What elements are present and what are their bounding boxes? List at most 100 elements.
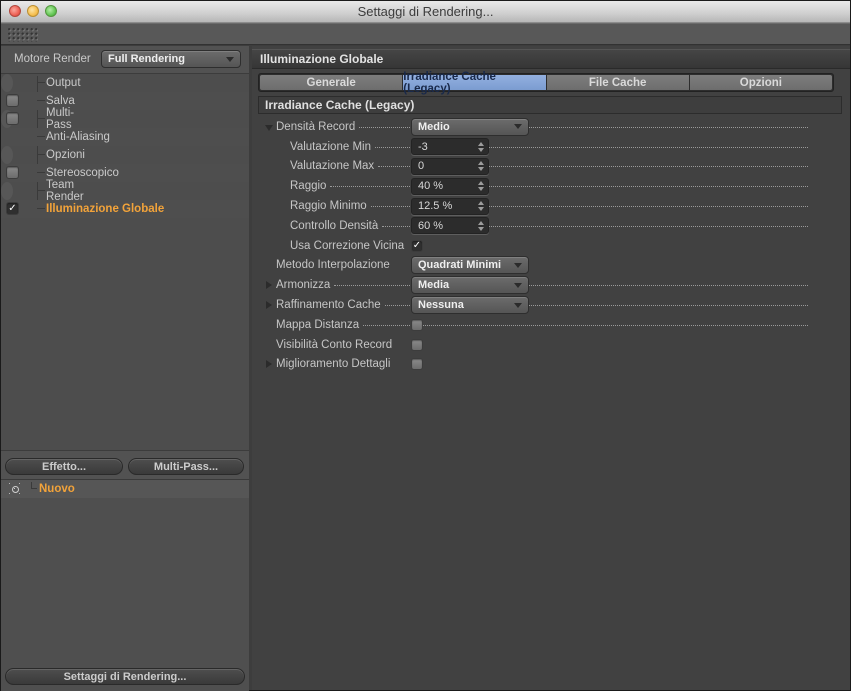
minimize-button[interactable] — [27, 5, 39, 17]
render-settings-button[interactable]: Settaggi di Rendering... — [5, 668, 245, 685]
tree-connector — [37, 100, 45, 101]
dot-leader — [334, 282, 808, 287]
stepper-raggio-minimo[interactable]: 12.5 % — [411, 197, 489, 215]
field-row-mappa-distanza: Mappa Distanza — [252, 315, 812, 335]
stepper-raggio[interactable]: 40 % — [411, 177, 489, 195]
render-engine-dropdown[interactable]: Full Rendering — [101, 50, 241, 68]
stepper-valutazione-min[interactable]: -3 — [411, 138, 489, 156]
field-control: Quadrati Minimi — [411, 256, 529, 275]
sidebar-item-team-render[interactable]: Team Render — [1, 179, 84, 203]
effect-item-nuovo[interactable]: Nuovo — [1, 480, 249, 498]
section-header: Irradiance Cache (Legacy) — [258, 96, 842, 114]
chevron-down-icon — [226, 56, 234, 62]
stepper-arrows-icon[interactable] — [478, 201, 484, 212]
dropdown-armonizza[interactable]: Media — [411, 276, 529, 295]
traffic-lights — [9, 5, 57, 17]
sidebar-item-output[interactable]: Output — [1, 74, 81, 92]
step-down-icon[interactable] — [478, 207, 484, 212]
chevron-down-icon — [514, 302, 522, 308]
window-title: Settaggi di Rendering... — [357, 4, 494, 19]
dropdown-densit-record[interactable]: Medio — [411, 117, 529, 136]
expand-triangle-icon[interactable] — [264, 276, 273, 294]
checkbox-mappa-distanza[interactable] — [411, 318, 423, 331]
step-down-icon[interactable] — [478, 167, 484, 172]
dropdown-value: Medio — [418, 120, 450, 133]
settings-tree: Output Salva Multi-Pass Anti-Aliasing Opzion… — [1, 73, 249, 451]
step-up-icon[interactable] — [478, 141, 484, 146]
sidebar-checkbox-illuminazione-globale[interactable]: ✓ — [6, 202, 19, 215]
stepper-arrows-icon[interactable] — [478, 141, 484, 152]
step-down-icon[interactable] — [478, 226, 484, 231]
collapse-triangle-icon[interactable] — [264, 118, 273, 136]
field-control: Nessuna — [411, 296, 529, 315]
stepper-value: 40 % — [418, 180, 444, 193]
step-up-icon[interactable] — [478, 201, 484, 206]
titlebar[interactable]: Settaggi di Rendering... — [1, 1, 850, 23]
sidebar-item-label: Opzioni — [46, 149, 85, 161]
multipass-button-label: Multi-Pass... — [153, 460, 219, 473]
render-settings-button-label: Settaggi di Rendering... — [63, 670, 187, 683]
stepper-controllo-densit[interactable]: 60 % — [411, 217, 489, 235]
step-up-icon[interactable] — [478, 161, 484, 166]
effect-button[interactable]: Effetto... — [5, 458, 123, 475]
step-down-icon[interactable] — [478, 187, 484, 192]
sidebar-item-salva[interactable]: Salva — [1, 92, 249, 110]
field-row-raffinamento-cache: Raffinamento Cache Nessuna — [252, 295, 812, 315]
sidebar-item-multi-pass[interactable]: Multi-Pass — [1, 107, 74, 131]
checkbox-miglioramento-dettagli[interactable] — [411, 358, 423, 371]
section-title: Irradiance Cache (Legacy) — [265, 98, 415, 112]
sidebar-checkbox-multi-pass[interactable] — [6, 112, 19, 125]
stepper-value: 60 % — [418, 219, 444, 232]
main-panel: Illuminazione Globale Generale Irradiance… — [252, 46, 850, 690]
sidebar-checkbox-stereoscopico[interactable] — [6, 166, 19, 179]
expand-triangle-icon[interactable] — [264, 355, 273, 373]
chevron-down-icon — [514, 124, 522, 130]
stepper-value: 0 — [418, 160, 425, 173]
field-control — [411, 338, 423, 351]
close-button[interactable] — [9, 5, 21, 17]
field-control: -3 — [411, 138, 489, 156]
sidebar-item-anti-aliasing[interactable]: Anti-Aliasing — [1, 128, 249, 146]
tab-generale[interactable]: Generale — [260, 75, 403, 90]
stepper-arrows-icon[interactable] — [478, 181, 484, 192]
sidebar-item-label: Anti-Aliasing — [46, 131, 110, 143]
field-row-densit-record: Densità Record Medio — [252, 117, 812, 137]
field-label: Raggio Minimo — [290, 200, 367, 213]
dropdown-value: Quadrati Minimi — [418, 259, 502, 272]
field-label: Valutazione Min — [290, 140, 371, 153]
checkbox-visibilit-conto-record[interactable] — [411, 338, 423, 351]
step-down-icon[interactable] — [478, 147, 484, 152]
sidebar-item-label: Salva — [46, 95, 75, 107]
expand-triangle-icon[interactable] — [264, 296, 273, 314]
dropdown-metodo-interpolazione[interactable]: Quadrati Minimi — [411, 256, 529, 275]
tab-file-cache[interactable]: File Cache — [546, 75, 689, 90]
multipass-button[interactable]: Multi-Pass... — [128, 458, 244, 475]
zoom-button[interactable] — [45, 5, 57, 17]
step-up-icon[interactable] — [478, 220, 484, 225]
field-control: 40 % — [411, 177, 489, 195]
tab-irradiance-cache-legacy[interactable]: Irradiance Cache (Legacy) — [403, 71, 546, 95]
tab-bar: Generale Irradiance Cache (Legacy) File Ca… — [258, 71, 834, 95]
dropdown-value: Nessuna — [418, 299, 464, 312]
stepper-arrows-icon[interactable] — [478, 161, 484, 172]
checkbox-usa-correzione-vicina[interactable]: ✓ — [411, 239, 423, 252]
field-row-armonizza: Armonizza Media — [252, 275, 812, 295]
sidebar-item-illuminazione-globale[interactable]: ✓ Illuminazione Globale — [1, 200, 249, 218]
tree-connector — [37, 172, 45, 173]
field-row-valutazione-min: Valutazione Min -3 — [252, 137, 812, 157]
field-label: Visibilità Conto Record — [276, 338, 393, 351]
stepper-valutazione-max[interactable]: 0 — [411, 157, 489, 175]
grip-dots-icon[interactable] — [8, 28, 38, 42]
stepper-arrows-icon[interactable] — [478, 220, 484, 231]
render-effect-icon — [9, 483, 21, 495]
sidebar-item-opzioni[interactable]: Opzioni — [1, 146, 85, 164]
field-control — [411, 318, 423, 331]
sidebar-checkbox-salva[interactable] — [6, 94, 19, 107]
sidebar-item-stereoscopico[interactable]: Stereoscopico — [1, 164, 249, 182]
tab-opzioni[interactable]: Opzioni — [689, 75, 832, 90]
chevron-down-icon — [514, 282, 522, 288]
dropdown-raffinamento-cache[interactable]: Nessuna — [411, 296, 529, 315]
field-control: 0 — [411, 157, 489, 175]
render-engine-value: Full Rendering — [108, 53, 185, 65]
step-up-icon[interactable] — [478, 181, 484, 186]
